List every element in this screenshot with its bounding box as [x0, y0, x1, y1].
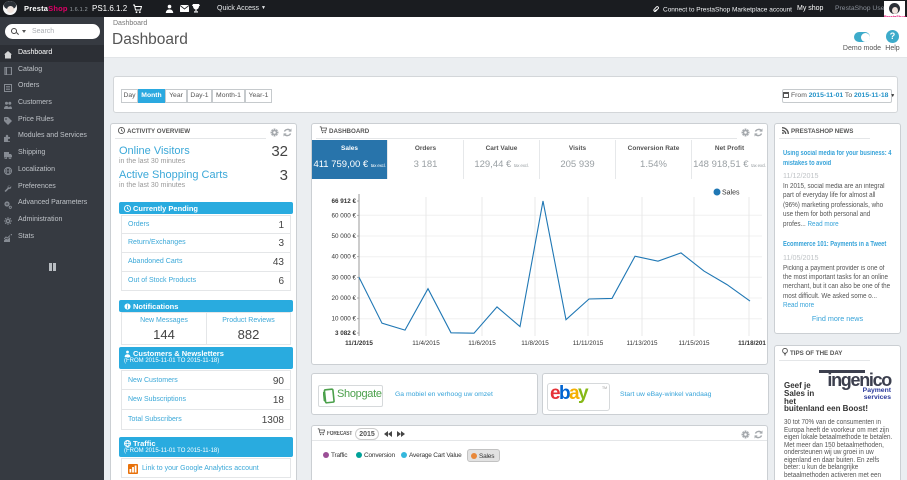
- svg-text:11/11/2015: 11/11/2015: [573, 340, 604, 347]
- svg-text:10 000 €: 10 000 €: [331, 316, 356, 323]
- svg-text:30 000 €: 30 000 €: [331, 274, 356, 281]
- svg-text:11/18/201: 11/18/201: [738, 340, 766, 347]
- svg-text:11/6/2015: 11/6/2015: [468, 340, 496, 347]
- svg-text:3 082 €: 3 082 €: [335, 330, 357, 337]
- svg-text:11/1/2015: 11/1/2015: [345, 340, 373, 347]
- svg-text:60 000 €: 60 000 €: [331, 212, 356, 219]
- svg-text:11/15/2015: 11/15/2015: [678, 340, 710, 347]
- svg-text:11/8/2015: 11/8/2015: [521, 340, 549, 347]
- svg-text:40 000 €: 40 000 €: [331, 254, 356, 261]
- svg-text:11/4/2015: 11/4/2015: [412, 340, 440, 347]
- svg-text:Sales: Sales: [722, 190, 740, 197]
- svg-text:50 000 €: 50 000 €: [331, 233, 356, 240]
- svg-text:20 000 €: 20 000 €: [331, 295, 356, 302]
- svg-text:66 912 €: 66 912 €: [331, 198, 356, 205]
- svg-text:11/13/2015: 11/13/2015: [626, 340, 658, 347]
